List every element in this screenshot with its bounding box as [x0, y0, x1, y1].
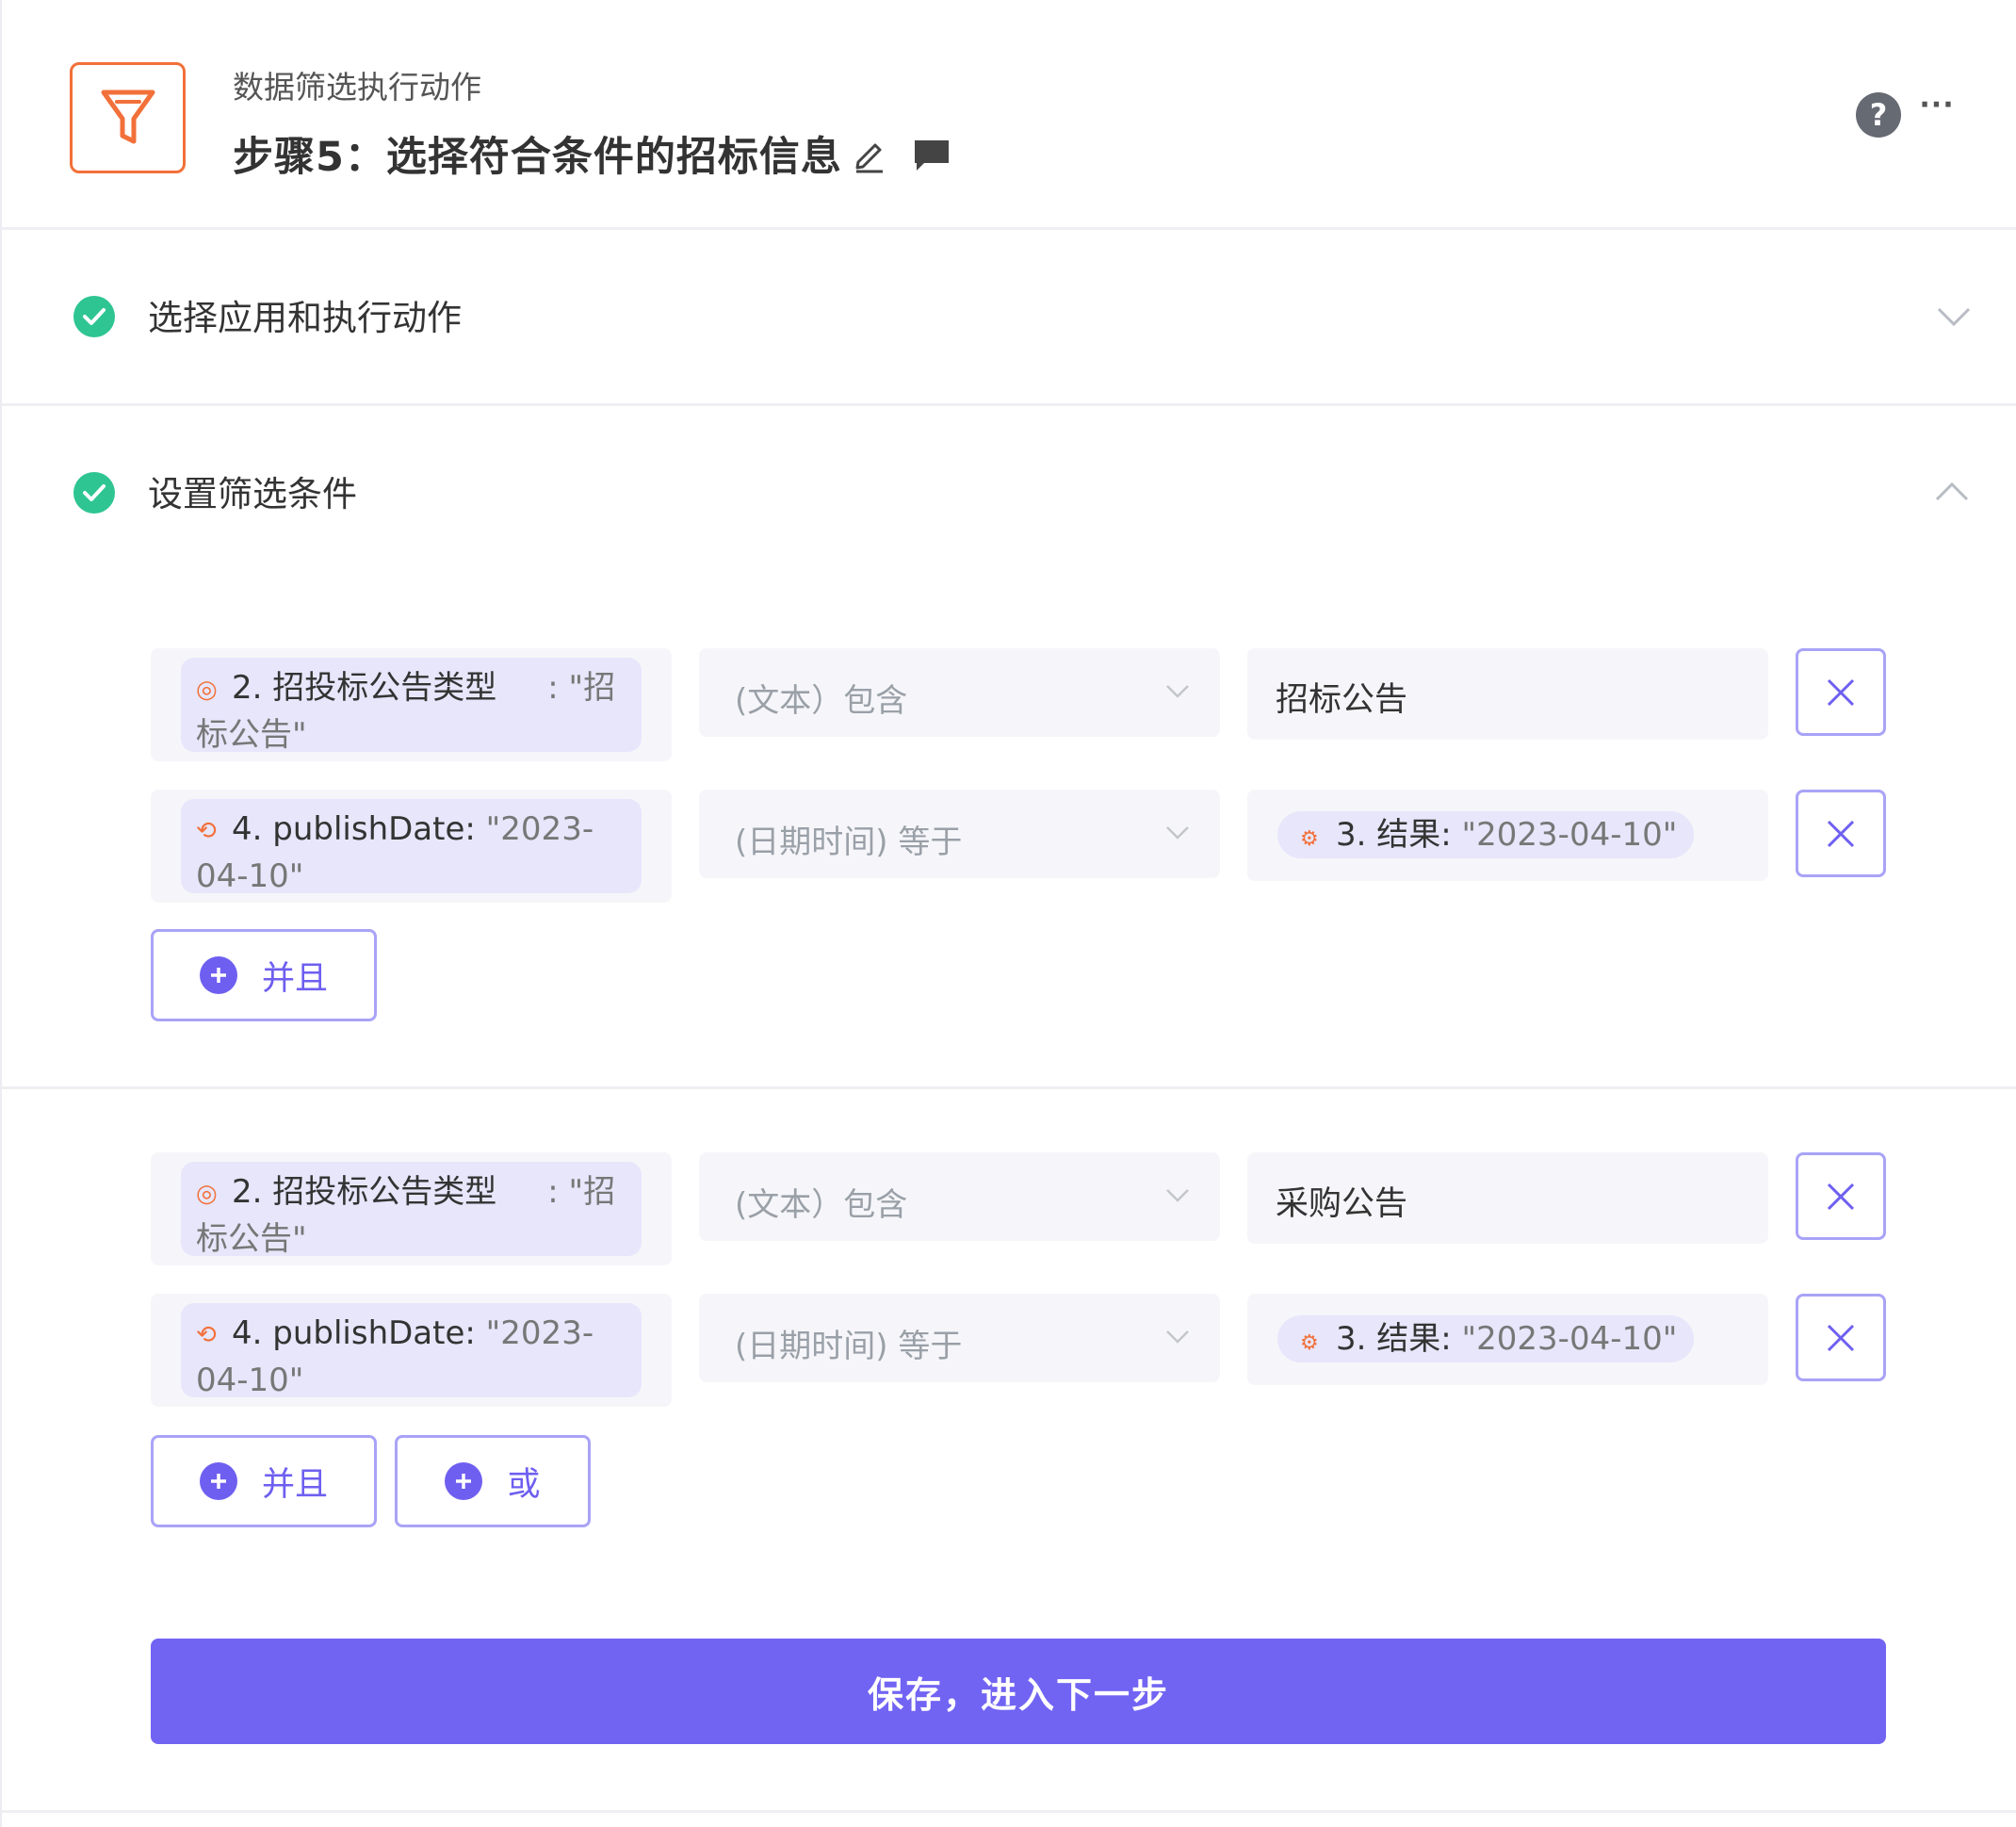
- close-icon: [1827, 820, 1855, 847]
- delete-condition-button[interactable]: [1796, 1152, 1886, 1240]
- field-chip[interactable]: ◎ 2. 招投标公告类型 : "招标公告": [181, 658, 642, 752]
- chevron-down-icon: [1166, 826, 1189, 840]
- condition-row: ◎ 2. 招投标公告类型 : "招标公告" (文本）包含 招标公告: [151, 648, 1886, 761]
- value-input[interactable]: ⚙ 3. 结果: "2023-04-10": [1247, 790, 1768, 881]
- close-icon: [1827, 678, 1855, 706]
- target-icon: ◎: [196, 1179, 218, 1208]
- gear-icon: ⚙: [1300, 1331, 1319, 1355]
- add-and-condition-button[interactable]: 并且: [151, 929, 377, 1021]
- help-icon[interactable]: ?: [1856, 92, 1901, 138]
- operator-select[interactable]: (文本）包含: [699, 1152, 1220, 1241]
- more-icon[interactable]: ···: [1919, 89, 1954, 122]
- field-select[interactable]: ◎ 2. 招投标公告类型 : "招标公告": [151, 1152, 672, 1265]
- delete-condition-button[interactable]: [1796, 648, 1886, 736]
- field-select[interactable]: ⟲ 4. publishDate: "2023-04-10": [151, 790, 672, 903]
- section-title-choose-app: 选择应用和执行动作: [148, 298, 462, 338]
- operator-label: (文本）包含: [735, 682, 908, 720]
- value-input[interactable]: 采购公告: [1247, 1152, 1768, 1244]
- plus-circle-icon: [199, 956, 237, 994]
- value-text: 采购公告: [1276, 1185, 1408, 1223]
- close-icon: [1827, 1324, 1855, 1351]
- value-chip[interactable]: ⚙ 3. 结果: "2023-04-10": [1277, 1315, 1695, 1362]
- value-chip-label: 3. 结果:: [1336, 816, 1462, 854]
- pencil-icon[interactable]: [850, 135, 889, 174]
- condition-row: ◎ 2. 招投标公告类型 : "招标公告" (文本）包含 采购公告: [151, 1152, 1886, 1265]
- value-input[interactable]: ⚙ 3. 结果: "2023-04-10": [1247, 1294, 1768, 1385]
- save-and-next-button[interactable]: 保存，进入下一步: [151, 1639, 1886, 1744]
- field-label: 4. publishDate:: [232, 810, 486, 848]
- loop-icon: ⟲: [196, 816, 217, 845]
- add-and-label: 并且: [261, 1465, 328, 1504]
- field-select[interactable]: ⟲ 4. publishDate: "2023-04-10": [151, 1294, 672, 1407]
- close-icon: [1827, 1183, 1855, 1210]
- plus-circle-icon: [445, 1462, 483, 1500]
- add-or-condition-button[interactable]: 或: [395, 1435, 591, 1527]
- chevron-up-icon[interactable]: [1933, 479, 1971, 505]
- condition-row: ⟲ 4. publishDate: "2023-04-10" (日期时间) 等于 …: [151, 790, 1886, 903]
- step-app-subtitle: 数据筛选执行动作: [233, 69, 481, 106]
- comment-icon[interactable]: [910, 137, 953, 174]
- operator-label: (日期时间) 等于: [735, 824, 963, 861]
- step-title: 步骤5：选择符合条件的招标信息: [233, 134, 842, 181]
- field-chip[interactable]: ◎ 2. 招投标公告类型 : "招标公告": [181, 1162, 642, 1256]
- value-chip-label: 3. 结果:: [1336, 1320, 1462, 1358]
- add-and-condition-button[interactable]: 并且: [151, 1435, 377, 1527]
- condition-row: ⟲ 4. publishDate: "2023-04-10" (日期时间) 等于 …: [151, 1294, 1886, 1407]
- add-and-label: 并且: [261, 959, 328, 998]
- field-label: 2. 招投标公告类型: [232, 669, 497, 707]
- chevron-down-icon: [1166, 1189, 1189, 1202]
- check-circle-icon: [73, 472, 115, 514]
- value-chip-value: "2023-04-10": [1461, 816, 1678, 854]
- target-icon: ◎: [196, 675, 218, 704]
- value-chip[interactable]: ⚙ 3. 结果: "2023-04-10": [1277, 811, 1695, 858]
- operator-label: (日期时间) 等于: [735, 1328, 963, 1365]
- chevron-down-icon: [1166, 685, 1189, 698]
- field-chip[interactable]: ⟲ 4. publishDate: "2023-04-10": [181, 1303, 642, 1397]
- delete-condition-button[interactable]: [1796, 790, 1886, 877]
- section-title-filter: 设置筛选条件: [148, 474, 357, 514]
- step-header: 数据筛选执行动作 步骤5：选择符合条件的招标信息 ? ···: [2, 0, 2016, 230]
- section-filter-conditions: 设置筛选条件 ◎2. 招投标公告类型 : "招标公告" (文本）包含 招标公告: [2, 409, 2016, 1089]
- operator-select[interactable]: (日期时间) 等于: [699, 1294, 1220, 1382]
- operator-select[interactable]: (日期时间) 等于: [699, 790, 1220, 878]
- value-chip-value: "2023-04-10": [1461, 1320, 1678, 1358]
- field-chip[interactable]: ⟲ 4. publishDate: "2023-04-10": [181, 799, 642, 893]
- chevron-down-icon[interactable]: [1935, 303, 1973, 330]
- check-circle-icon: [73, 296, 115, 337]
- chevron-down-icon: [1166, 1330, 1189, 1344]
- plus-circle-icon: [199, 1462, 237, 1500]
- filter-icon: [70, 62, 186, 173]
- field-label: 2. 招投标公告类型: [232, 1173, 497, 1211]
- section-choose-app[interactable]: 选择应用和执行动作: [2, 233, 2016, 406]
- value-input[interactable]: 招标公告: [1247, 648, 1768, 740]
- delete-condition-button[interactable]: [1796, 1294, 1886, 1381]
- loop-icon: ⟲: [196, 1320, 217, 1349]
- add-or-label: 或: [507, 1465, 541, 1504]
- field-select[interactable]: ◎ 2. 招投标公告类型 : "招标公告": [151, 648, 672, 761]
- operator-select[interactable]: (文本）包含: [699, 648, 1220, 737]
- value-text: 招标公告: [1276, 681, 1408, 719]
- field-label: 4. publishDate:: [232, 1314, 486, 1352]
- operator-label: (文本）包含: [735, 1186, 908, 1224]
- filter-step-panel: 数据筛选执行动作 步骤5：选择符合条件的招标信息 ? ··· 选择应用和执行动作: [0, 0, 2016, 1827]
- gear-icon: ⚙: [1300, 827, 1319, 851]
